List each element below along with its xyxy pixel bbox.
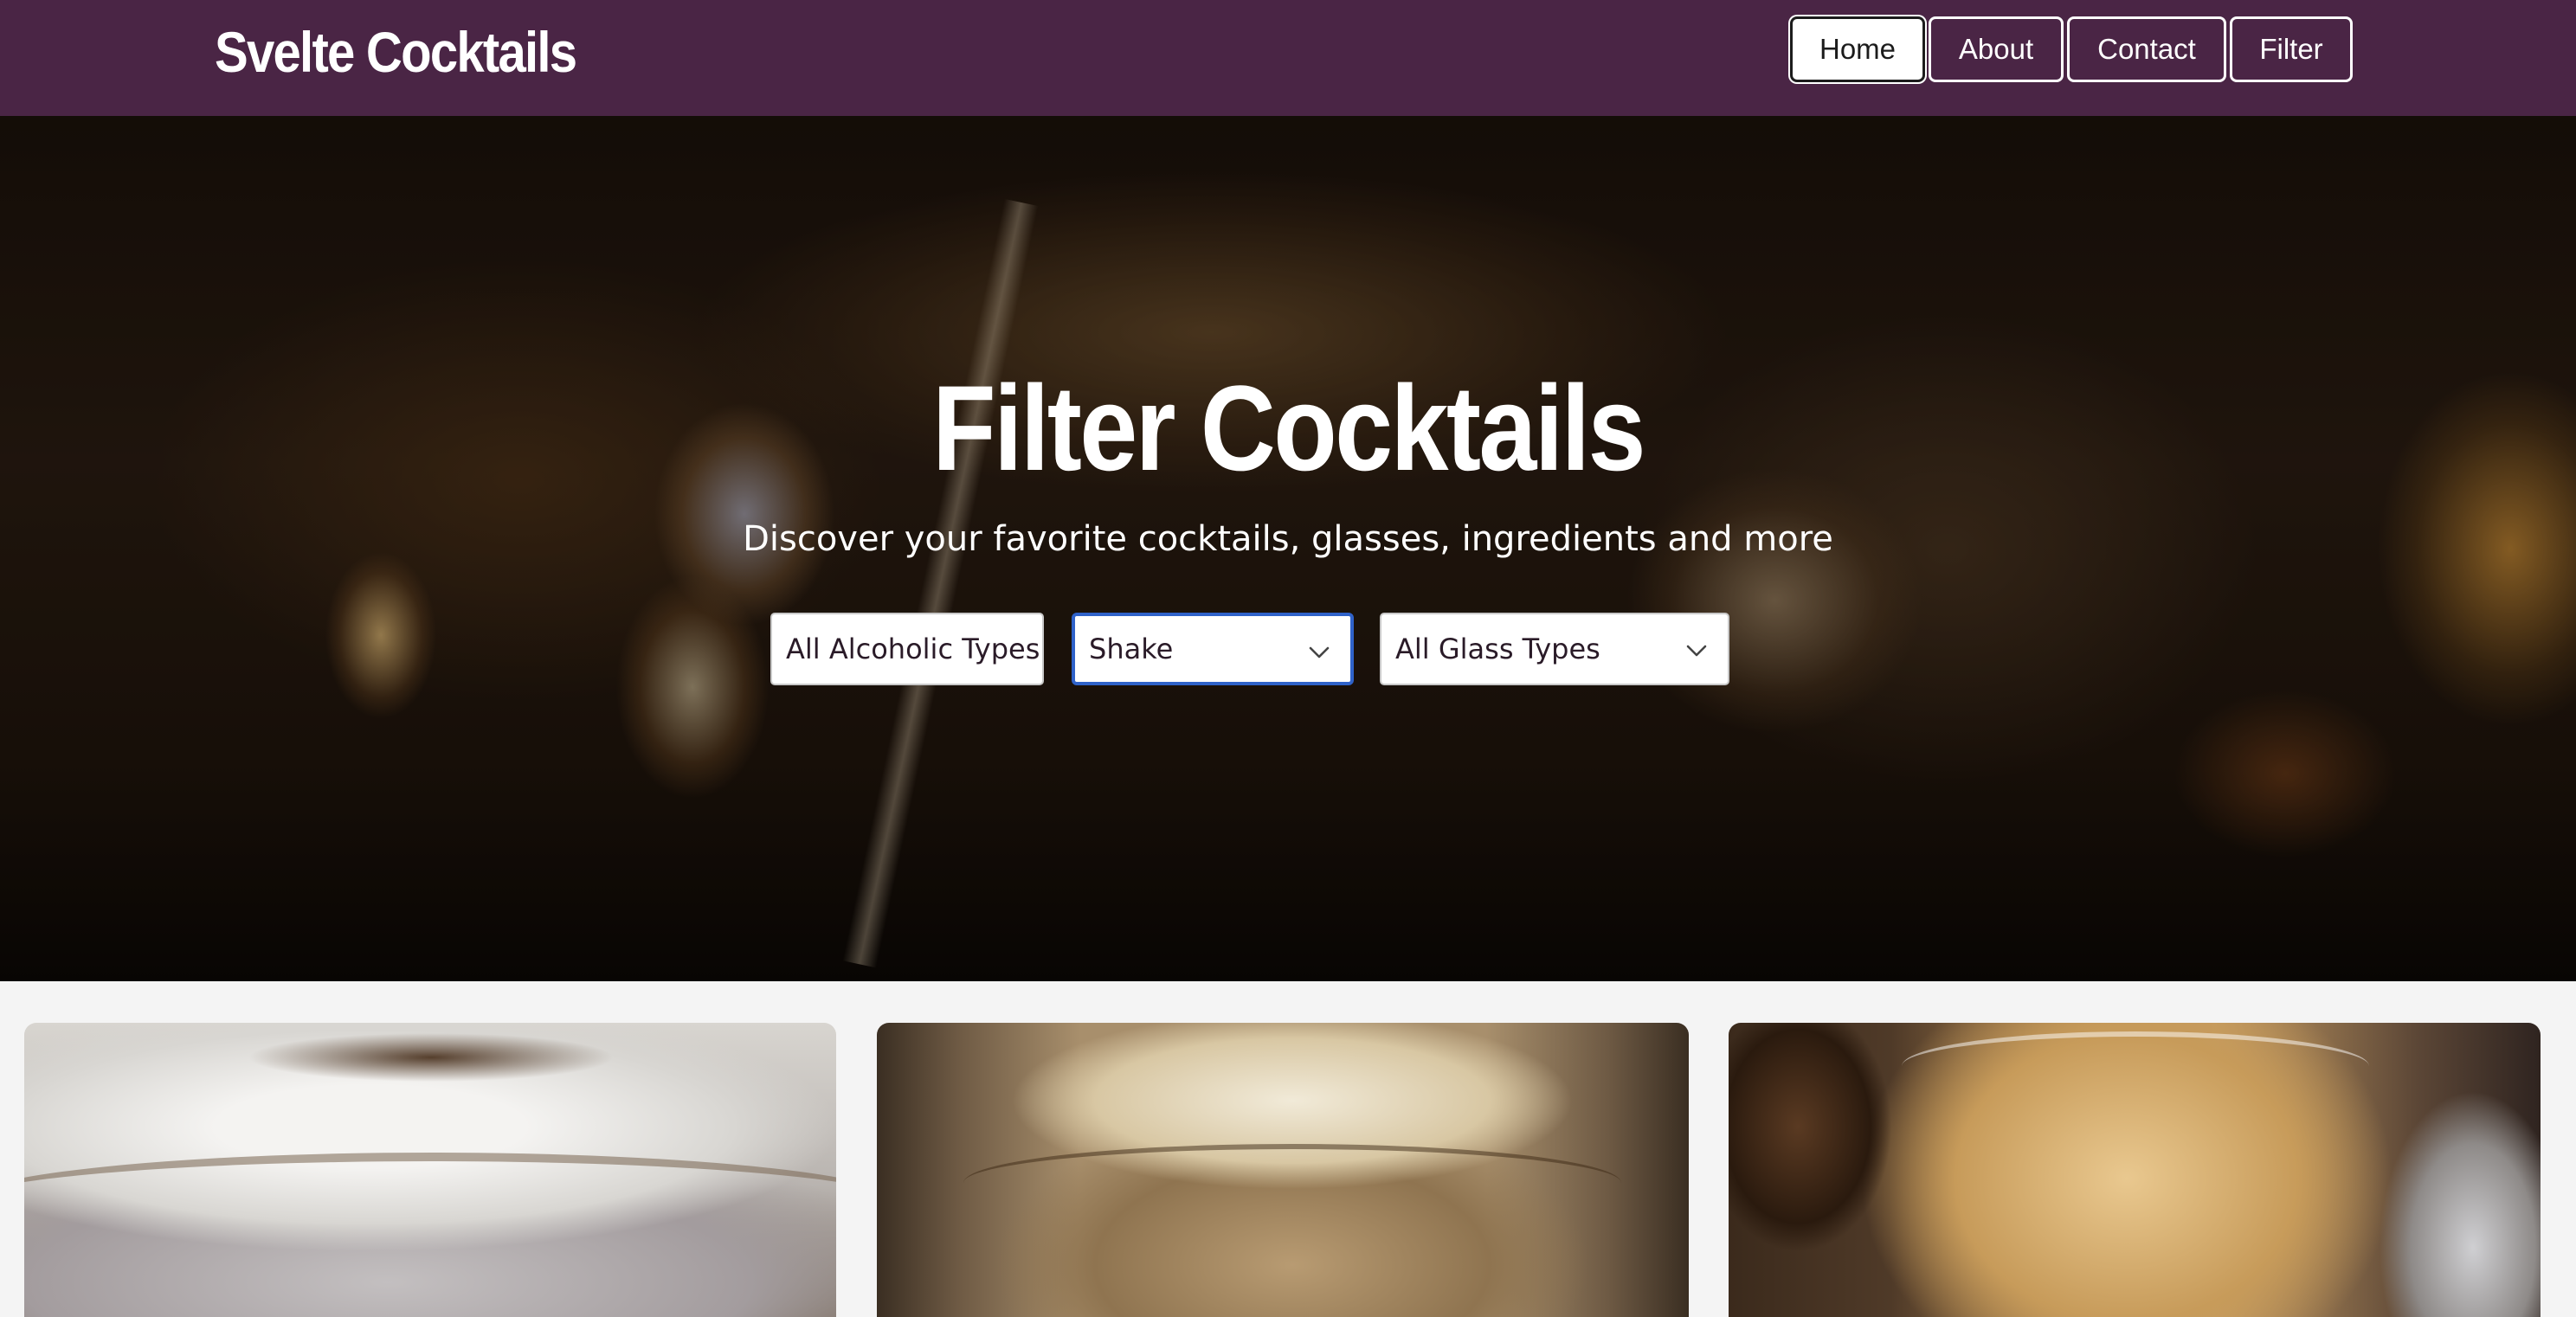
glass-type-select[interactable]: All Glass Types [1380,613,1729,685]
nav-filter-button[interactable]: Filter [2230,16,2353,82]
cocktail-grid [0,981,2576,1317]
nav-about-button[interactable]: About [1929,16,2064,82]
main-nav: Home About Contact Filter [1790,16,2353,82]
alcoholic-type-select[interactable]: All Alcoholic Types [770,613,1044,685]
glass-rim-shape [963,1144,1621,1222]
hero-banner: Filter Cocktails Discover your favorite … [0,116,2576,981]
nav-home-button[interactable]: Home [1790,16,1925,82]
chevron-down-icon [1309,646,1330,658]
chevron-down-icon [1686,645,1707,657]
brand-logo-text[interactable]: Svelte Cocktails [215,19,577,85]
glass-rim-shape [24,1153,836,1256]
glass-type-select-value: All Glass Types [1395,633,1600,665]
hero-subtitle: Discover your favorite cocktails, glasse… [743,519,1833,559]
cocktail-card-image[interactable] [24,1023,836,1317]
alcoholic-type-select-value: All Alcoholic Types [786,633,1040,665]
category-select-value: Shake [1089,633,1174,665]
top-navbar: Svelte Cocktails Home About Contact Filt… [0,0,2576,116]
glass-rim-shape [1902,1031,2369,1101]
hero-title: Filter Cocktails [932,360,1645,496]
category-select[interactable]: Shake [1072,613,1354,685]
cocktail-card-image[interactable] [1729,1023,2541,1317]
cocktail-card-image[interactable] [877,1023,1689,1317]
nav-contact-button[interactable]: Contact [2067,16,2226,82]
